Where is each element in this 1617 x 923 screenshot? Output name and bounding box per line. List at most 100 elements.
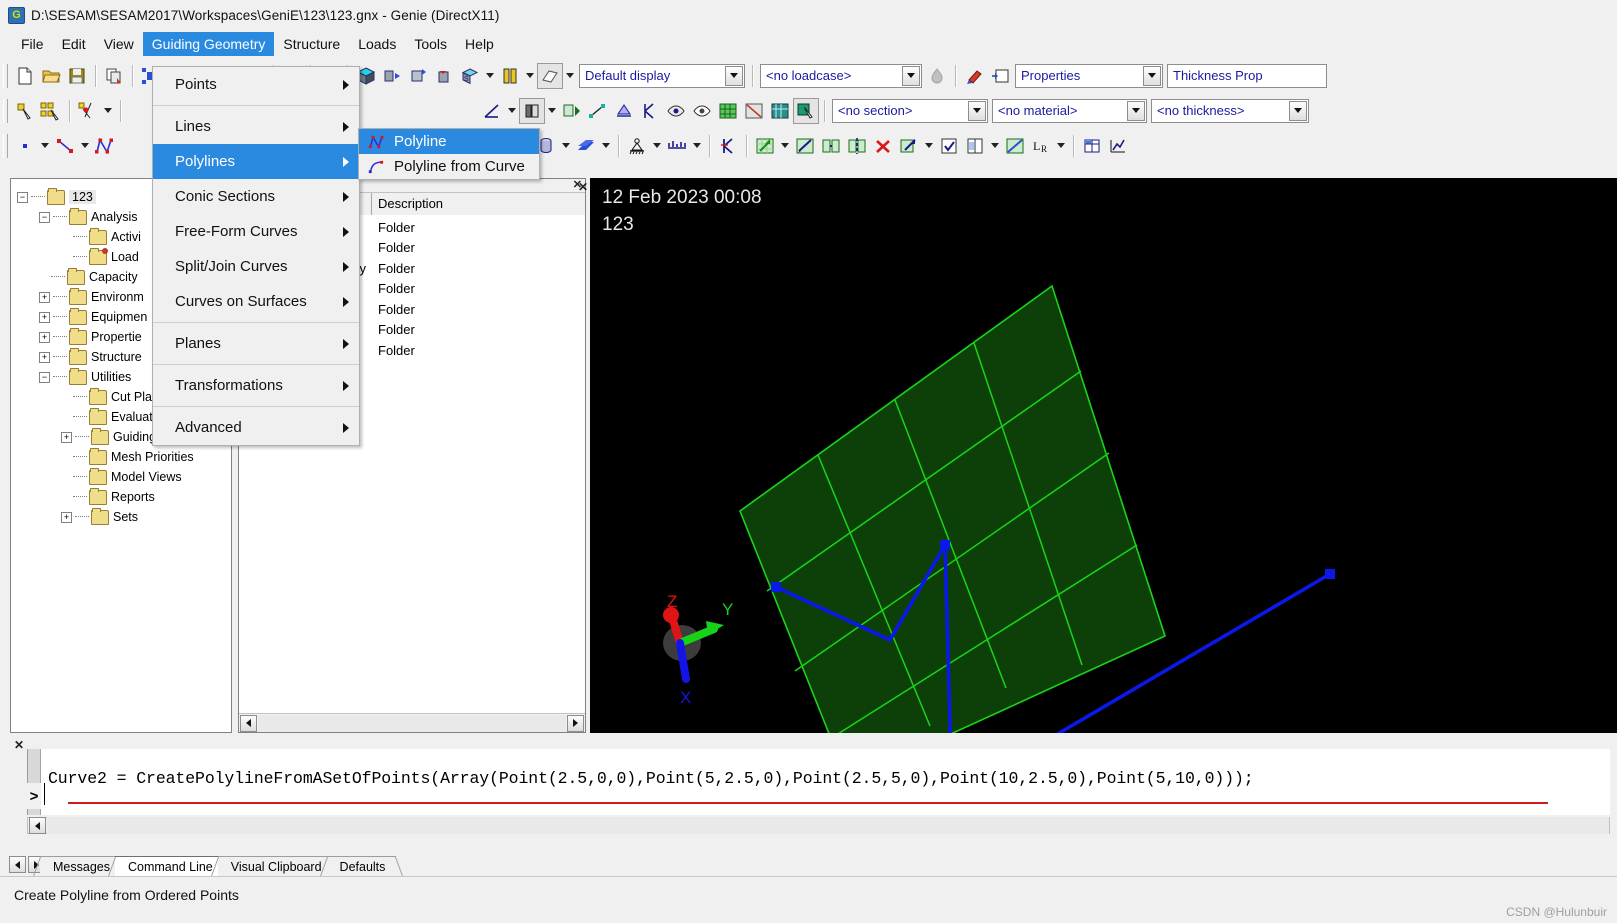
mesh-overlay-icon[interactable] <box>1002 133 1028 159</box>
menu-item-points[interactable]: Points <box>153 67 359 102</box>
menu-item-transformations[interactable]: Transformations <box>153 368 359 403</box>
view-box-right-icon[interactable] <box>379 63 405 89</box>
menu-help[interactable]: Help <box>456 32 503 56</box>
create-support-icon[interactable] <box>624 133 650 159</box>
toolbar-grip[interactable] <box>3 98 8 123</box>
viewport-scene[interactable]: Z Y X <box>590 178 1617 733</box>
plate-node-icon[interactable] <box>585 98 611 124</box>
eye-hide-icon[interactable] <box>663 98 689 124</box>
menu-item-free-form-curves[interactable]: Free-Form Curves <box>153 214 359 249</box>
dock-close-icon[interactable]: ✕ <box>14 738 24 752</box>
material-combo-arrow-icon[interactable] <box>1127 100 1145 121</box>
open-file-icon[interactable] <box>38 63 64 89</box>
expander-plus-icon[interactable]: + <box>39 331 50 343</box>
select-cursor-icon[interactable] <box>793 97 819 124</box>
support-dropdown-arrow-icon[interactable] <box>650 133 664 159</box>
menu-item-advanced[interactable]: Advanced <box>153 410 359 445</box>
mesh-transform-dropdown-arrow-icon[interactable] <box>922 133 936 159</box>
mesh-delete-icon[interactable] <box>870 133 896 159</box>
viewport-close-icon[interactable]: ✕ <box>578 180 588 194</box>
scroll-left-icon[interactable] <box>29 817 46 834</box>
scroll-right-icon[interactable] <box>567 714 584 732</box>
mesh-compare-dropdown-arrow-icon[interactable] <box>988 133 1002 159</box>
create-line-icon[interactable] <box>52 133 78 159</box>
list-column-description[interactable]: Description <box>372 192 585 215</box>
mesh-generate-dropdown-arrow-icon[interactable] <box>778 133 792 159</box>
menu-item-polylines[interactable]: Polylines <box>153 144 359 179</box>
support-icon[interactable] <box>611 98 637 124</box>
polylines-submenu[interactable]: Polyline Polyline from Curve <box>358 128 540 180</box>
material-combo[interactable]: <no material> <box>992 98 1147 123</box>
list-horizontal-scrollbar[interactable] <box>239 713 585 732</box>
section-combo[interactable]: <no section> <box>832 98 988 123</box>
tree-item-reports[interactable]: Reports <box>17 487 231 507</box>
tab-defaults[interactable]: Defaults <box>326 856 397 876</box>
menu-loads[interactable]: Loads <box>349 32 405 56</box>
menu-item-lines[interactable]: Lines <box>153 109 359 144</box>
shading-dropdown-arrow-icon[interactable] <box>563 63 577 89</box>
tree-item-model-views[interactable]: Model Views <box>17 467 231 487</box>
mesh-k-icon[interactable] <box>637 98 663 124</box>
create-stiffener-icon[interactable] <box>573 133 599 159</box>
mesh-split-icon[interactable] <box>844 133 870 159</box>
stiffener-dropdown-arrow-icon[interactable] <box>599 133 613 159</box>
local-axis-icon[interactable]: LR <box>1028 133 1054 159</box>
display-combo-arrow-icon[interactable] <box>725 65 743 86</box>
thickness-combo[interactable]: <no thickness> <box>1151 98 1309 123</box>
clip-model-icon[interactable] <box>497 63 523 89</box>
property-card-icon[interactable] <box>987 63 1013 89</box>
menu-tools[interactable]: Tools <box>405 32 456 56</box>
menu-edit[interactable]: Edit <box>53 32 95 56</box>
mesh-check-icon[interactable] <box>936 133 962 159</box>
toolbar-grip[interactable] <box>3 133 8 158</box>
menu-item-conic-sections[interactable]: Conic Sections <box>153 179 359 214</box>
menu-view[interactable]: View <box>95 32 143 56</box>
toolbar-grip[interactable] <box>3 63 8 88</box>
scroll-track[interactable] <box>47 817 1609 834</box>
mesh-refine-icon[interactable] <box>818 133 844 159</box>
create-point-icon[interactable] <box>12 133 38 159</box>
create-polyline-icon[interactable] <box>92 133 118 159</box>
point-dropdown-arrow-icon[interactable] <box>38 133 52 159</box>
submenu-item-polyline-from-curve[interactable]: Polyline from Curve <box>359 154 539 179</box>
tab-command-line[interactable]: Command Line <box>114 856 224 876</box>
view-saved-icon[interactable]: S <box>457 63 483 89</box>
display-combo[interactable]: Default display <box>579 63 745 88</box>
measure-dropdown-arrow-icon[interactable] <box>505 98 519 124</box>
loadcase-apply-icon[interactable] <box>924 63 950 89</box>
tree-item-mesh-priorities[interactable]: Mesh Priorities <box>17 447 231 467</box>
view-box-top-icon[interactable] <box>431 63 457 89</box>
guiding-geometry-dropdown-menu[interactable]: Points Lines Polylines Conic Sections Fr… <box>152 66 360 446</box>
menu-structure[interactable]: Structure <box>274 32 349 56</box>
results-chart-icon[interactable] <box>1105 133 1131 159</box>
menu-item-curves-on-surfaces[interactable]: Curves on Surfaces <box>153 284 359 319</box>
load-dropdown-arrow-icon[interactable] <box>690 133 704 159</box>
expander-plus-icon[interactable]: + <box>39 311 50 323</box>
line-dropdown-arrow-icon[interactable] <box>78 133 92 159</box>
grid-show-icon[interactable] <box>715 98 741 124</box>
thickness-prop-combo[interactable]: Thickness Prop <box>1167 63 1327 88</box>
properties-combo-arrow-icon[interactable] <box>1143 65 1161 86</box>
mesh-transform-icon[interactable] <box>896 133 922 159</box>
submenu-item-polyline[interactable]: Polyline <box>359 129 539 154</box>
expander-plus-icon[interactable]: + <box>39 291 50 303</box>
save-file-icon[interactable] <box>64 63 90 89</box>
shading-mode-icon[interactable] <box>537 62 563 89</box>
menu-item-planes[interactable]: Planes <box>153 326 359 361</box>
create-load-icon[interactable] <box>664 133 690 159</box>
view-rotate-icon[interactable] <box>405 63 431 89</box>
beam-display-dropdown-arrow-icon[interactable] <box>545 98 559 124</box>
menu-item-split-join-curves[interactable]: Split/Join Curves <box>153 249 359 284</box>
thickness-combo-arrow-icon[interactable] <box>1289 100 1307 121</box>
expander-minus-icon[interactable]: − <box>39 211 50 223</box>
tree-item-sets[interactable]: + Sets <box>17 507 231 527</box>
grid-hide-icon[interactable] <box>741 98 767 124</box>
loadcase-combo[interactable]: <no loadcase> <box>760 63 922 88</box>
select-connected-dropdown-arrow-icon[interactable] <box>101 98 115 124</box>
expander-plus-icon[interactable]: + <box>61 431 72 443</box>
tab-scroll-left-icon[interactable] <box>9 856 26 873</box>
tab-visual-clipboard[interactable]: Visual Clipboard <box>217 856 333 876</box>
properties-combo[interactable]: Properties <box>1015 63 1163 88</box>
expander-minus-icon[interactable]: − <box>17 191 28 203</box>
expander-minus-icon[interactable]: − <box>39 371 50 383</box>
